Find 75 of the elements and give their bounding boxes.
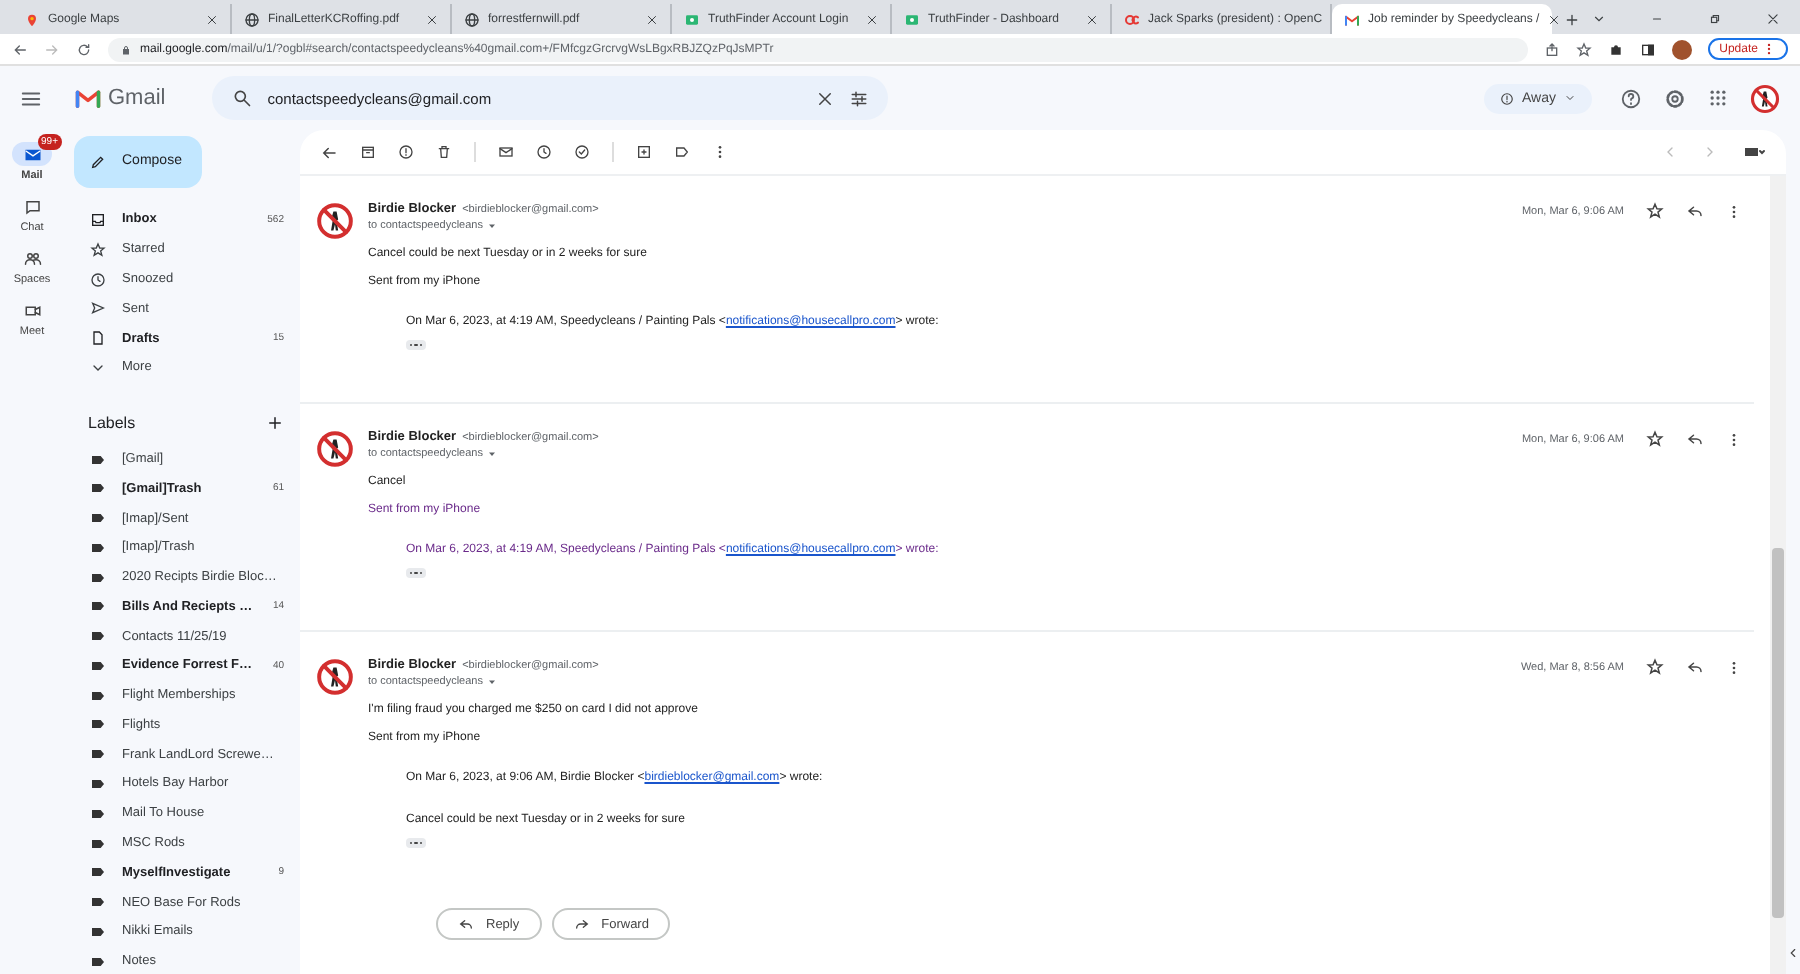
puzzle-icon[interactable]	[1607, 41, 1624, 57]
star-icon[interactable]	[1646, 202, 1664, 220]
report-icon[interactable]	[398, 144, 414, 160]
more-icon	[1762, 42, 1776, 56]
pencil-icon	[90, 153, 106, 170]
archive-icon[interactable]	[360, 144, 376, 160]
close-icon[interactable]	[866, 13, 878, 25]
chevron-down-icon[interactable]	[1592, 12, 1606, 26]
gmail-logo-icon	[74, 84, 102, 112]
share-icon[interactable]	[1543, 41, 1560, 57]
close-icon[interactable]	[1766, 12, 1780, 26]
clock-icon	[90, 271, 106, 287]
show-trimmed-button[interactable]	[406, 568, 426, 578]
side-panel-icon[interactable]	[1639, 41, 1656, 57]
caret-icon[interactable]	[486, 448, 499, 460]
reload-icon[interactable]	[76, 41, 92, 57]
reply-icon	[458, 916, 474, 932]
close-icon[interactable]	[206, 13, 218, 25]
people-icon	[23, 249, 41, 267]
caret-icon[interactable]	[486, 220, 499, 232]
clock-icon[interactable]	[536, 144, 552, 160]
reply-icon[interactable]	[1686, 658, 1704, 676]
map-pin-icon	[24, 11, 40, 27]
star-icon[interactable]	[1575, 41, 1592, 57]
caret-icon[interactable]	[486, 676, 499, 688]
avatar-icon	[316, 430, 354, 468]
menu-icon[interactable]	[20, 87, 42, 109]
chevron-down-icon	[1564, 92, 1576, 104]
star-icon[interactable]	[1646, 430, 1664, 448]
chat-icon	[23, 197, 41, 215]
oc-logo-icon	[1124, 11, 1140, 27]
move-icon[interactable]	[636, 144, 652, 160]
labels-heading: Labels	[88, 414, 136, 433]
file-icon	[90, 330, 106, 347]
video-icon	[23, 301, 41, 319]
close-icon[interactable]	[1086, 13, 1098, 25]
help-icon[interactable]	[1620, 87, 1642, 109]
back-icon[interactable]	[320, 143, 338, 161]
search-icon[interactable]	[231, 88, 252, 108]
close-icon[interactable]	[426, 13, 438, 25]
close-icon[interactable]	[1547, 13, 1560, 25]
close-icon[interactable]	[646, 13, 658, 25]
apps-icon[interactable]	[1708, 88, 1728, 108]
restore-icon[interactable]	[1708, 12, 1722, 26]
new-tab-icon[interactable]	[1564, 12, 1580, 28]
avatar-icon[interactable]	[1750, 83, 1780, 113]
avatar-icon	[316, 202, 354, 240]
reply-icon[interactable]	[1686, 430, 1704, 448]
clear-icon[interactable]	[815, 89, 834, 107]
label-icon[interactable]	[674, 144, 690, 160]
back-icon[interactable]	[12, 41, 28, 57]
mail-icon	[23, 145, 41, 163]
star-icon[interactable]	[1646, 658, 1664, 676]
show-trimmed-button[interactable]	[406, 340, 426, 350]
task-icon[interactable]	[574, 144, 590, 160]
chevron-left-icon[interactable]	[1786, 946, 1800, 960]
lock-icon	[120, 43, 132, 55]
delete-icon[interactable]	[436, 144, 452, 160]
scrollbar[interactable]	[1770, 176, 1786, 974]
avatar-icon	[316, 658, 354, 696]
inbox-icon	[90, 211, 106, 228]
globe-icon	[464, 11, 480, 27]
settings-icon[interactable]	[1664, 87, 1686, 109]
profile-photo[interactable]	[1671, 39, 1692, 59]
add-label-icon[interactable]	[266, 414, 284, 433]
gmail-logo-icon	[1344, 11, 1360, 27]
show-trimmed-button[interactable]	[406, 838, 426, 848]
globe-icon	[244, 11, 260, 27]
star-icon	[90, 241, 106, 258]
reply-icon[interactable]	[1686, 202, 1704, 220]
gmail-wordmark: Gmail	[108, 86, 166, 110]
envelope-icon[interactable]	[498, 144, 514, 160]
forward-icon	[573, 916, 590, 932]
filter-icon[interactable]	[849, 89, 868, 107]
send-icon	[90, 300, 106, 317]
